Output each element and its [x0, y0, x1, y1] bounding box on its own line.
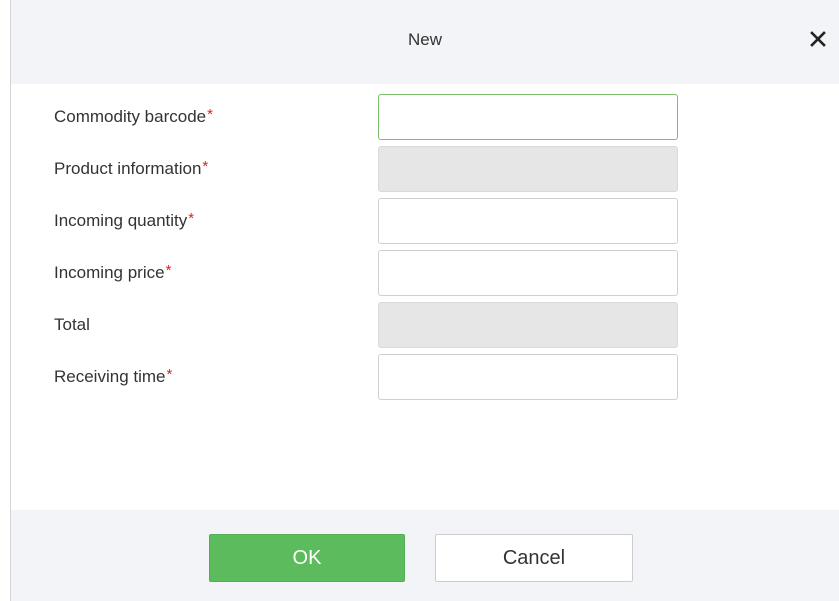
- dialog-footer: OK Cancel: [11, 510, 839, 601]
- form-row-receiving-time: Receiving time*: [11, 354, 839, 400]
- form-row-incoming-quantity: Incoming quantity*: [11, 198, 839, 244]
- required-marker: *: [207, 106, 213, 123]
- cancel-button[interactable]: Cancel: [435, 534, 633, 582]
- required-marker: *: [202, 158, 209, 175]
- form-row-incoming-price: Incoming price*: [11, 250, 839, 296]
- receiving-time-input[interactable]: [378, 354, 678, 400]
- incoming-price-label: Incoming price*: [54, 262, 172, 282]
- dialog-header: New: [11, 0, 839, 84]
- required-marker: *: [166, 366, 173, 383]
- incoming-quantity-label: Incoming quantity*: [54, 210, 195, 230]
- required-marker: *: [165, 262, 172, 279]
- dialog-title: New: [407, 30, 442, 49]
- total-label: Total: [54, 315, 90, 334]
- dialog-body: Commodity barcode* Product information* …: [11, 84, 839, 510]
- new-dialog: New Commodity barcode* Product informati…: [10, 0, 839, 601]
- product-information-input: [378, 146, 678, 192]
- receiving-time-label: Receiving time*: [54, 366, 173, 386]
- ok-button[interactable]: OK: [209, 534, 405, 582]
- required-marker: *: [188, 210, 195, 227]
- product-information-label: Product information*: [54, 158, 209, 178]
- form-row-product-information: Product information*: [11, 146, 839, 192]
- form-row-commodity-barcode: Commodity barcode*: [11, 94, 839, 140]
- commodity-barcode-label: Commodity barcode*: [54, 106, 213, 126]
- close-icon[interactable]: [807, 28, 829, 50]
- incoming-price-input[interactable]: [378, 250, 678, 296]
- commodity-barcode-input[interactable]: [378, 94, 678, 140]
- incoming-quantity-input[interactable]: [378, 198, 678, 244]
- form-row-total: Total: [11, 302, 839, 348]
- total-input: [378, 302, 678, 348]
